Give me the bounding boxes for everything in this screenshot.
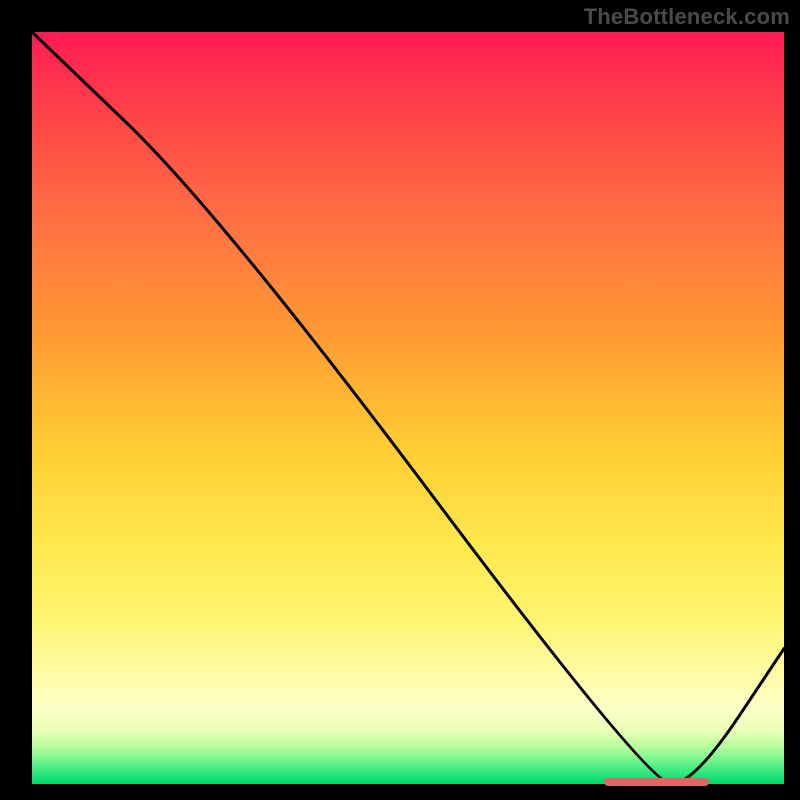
chart-frame: TheBottleneck.com: [0, 0, 800, 800]
optimal-range-marker: [604, 778, 709, 786]
curve-path: [32, 32, 784, 784]
watermark-text: TheBottleneck.com: [584, 4, 790, 30]
bottleneck-curve: [0, 0, 800, 800]
